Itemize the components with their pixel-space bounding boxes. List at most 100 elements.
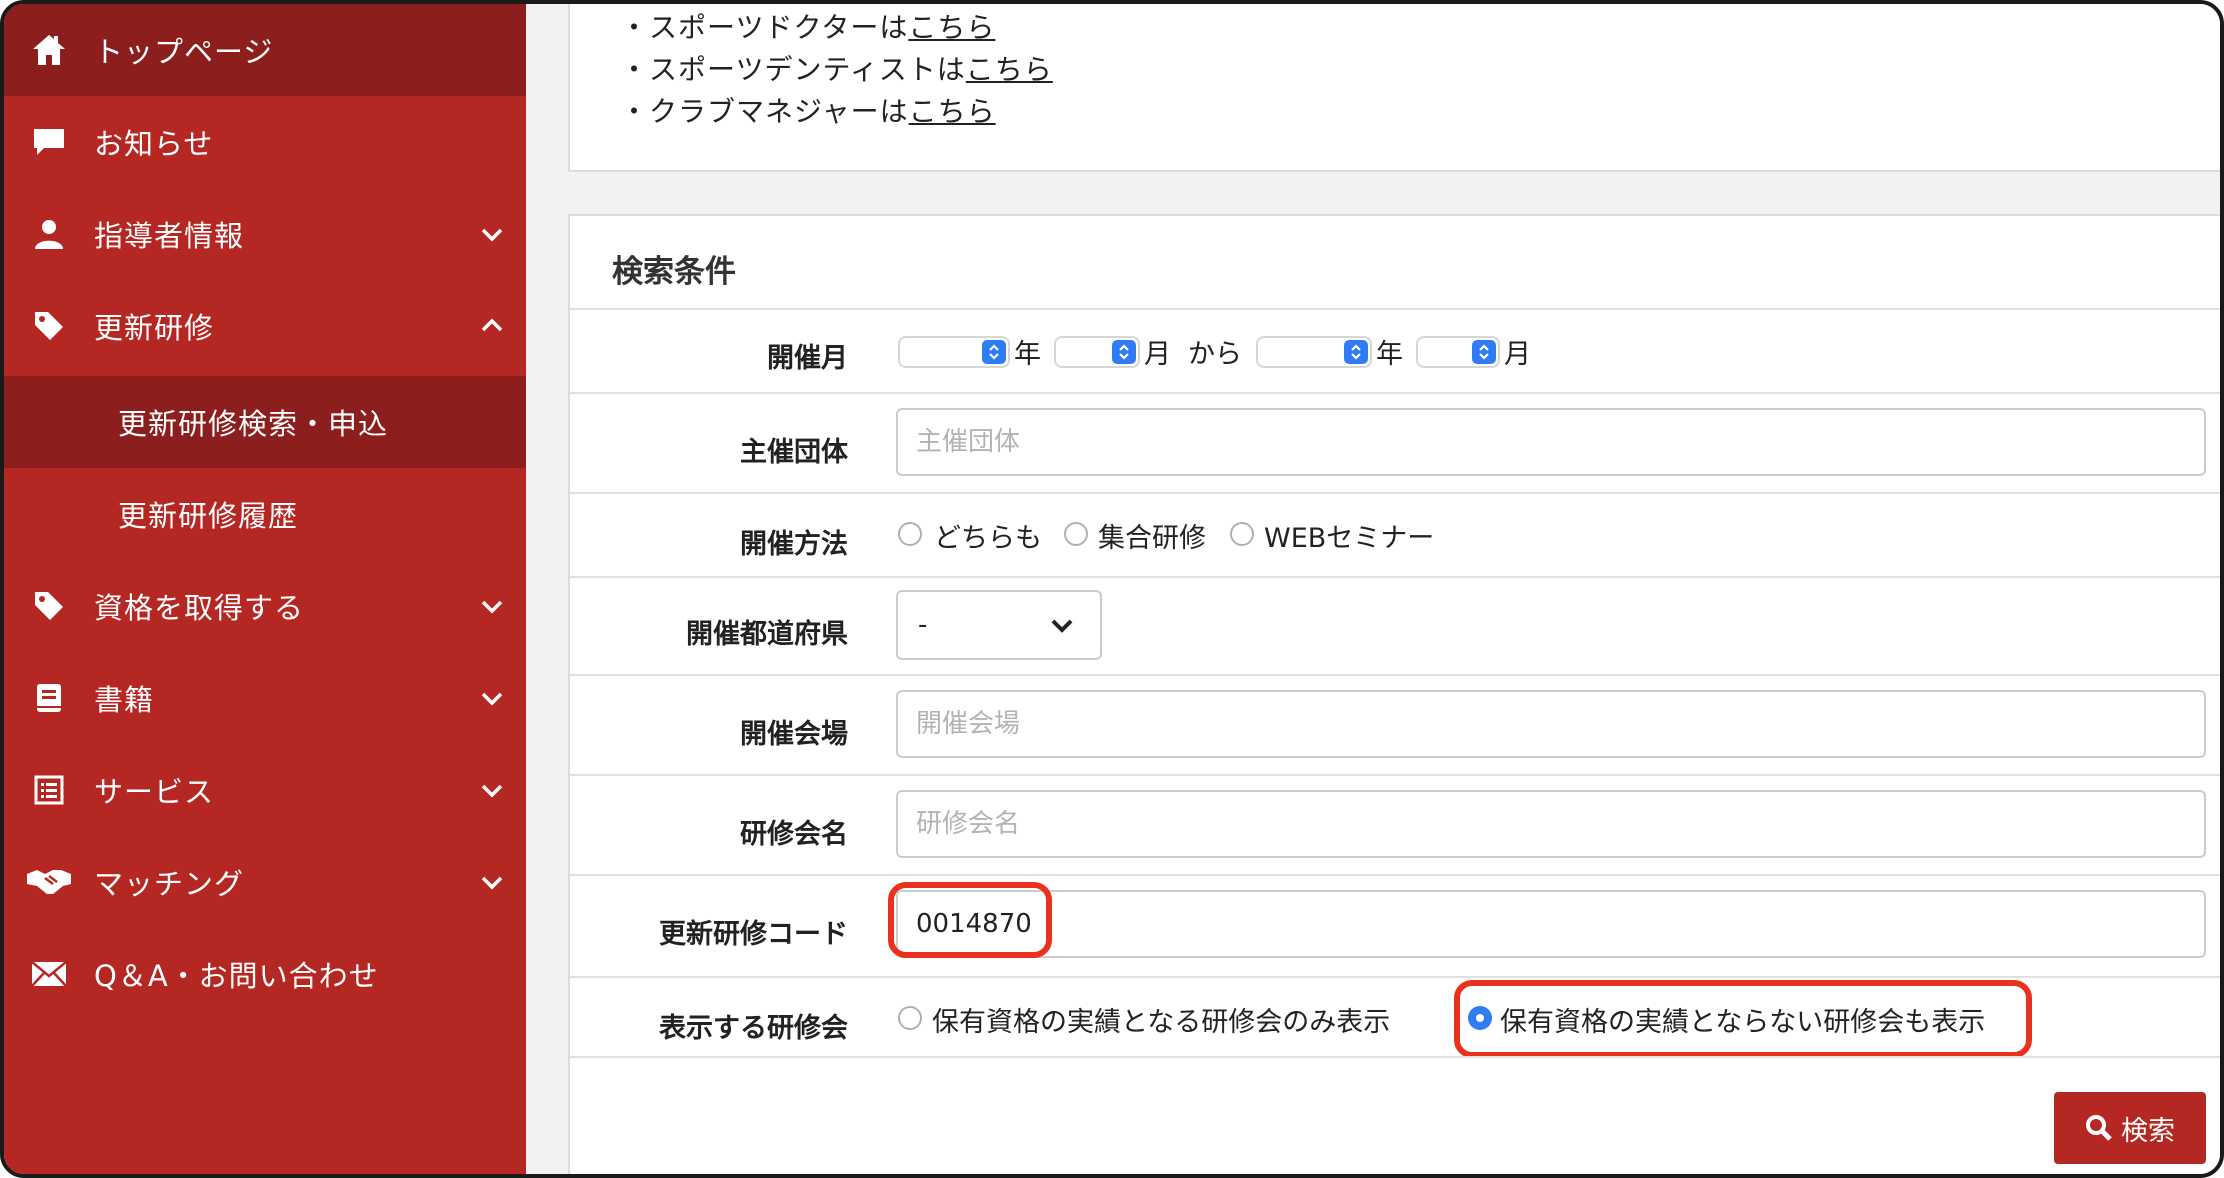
- end-year-select[interactable]: [1256, 336, 1372, 368]
- end-month-select[interactable]: [1416, 336, 1500, 368]
- divider: [570, 874, 2220, 876]
- training-code-input[interactable]: [896, 890, 2206, 958]
- month-label: 開催月: [767, 343, 848, 374]
- sidebar-item-news[interactable]: お知らせ: [4, 96, 526, 188]
- select-arrows-icon: [1344, 340, 1368, 364]
- select-arrows-icon: [1472, 340, 1496, 364]
- chevron-down-icon: [1051, 619, 1073, 633]
- month-unit: 月: [1504, 339, 1531, 370]
- year-unit: 年: [1376, 339, 1403, 370]
- divider: [570, 392, 2220, 394]
- search-panel: 検索条件 開催月 年 月 から 年 月 主催団体 主催団体 開催方法 どちらも …: [568, 214, 2220, 1174]
- method-radio-in-person[interactable]: [1064, 522, 1088, 546]
- sidebar-item-get-qualification[interactable]: 資格を取得する: [4, 560, 526, 652]
- sidebar-item-books[interactable]: 書籍: [4, 652, 526, 744]
- search-icon: [2086, 1115, 2112, 1141]
- sidebar: トップページ お知らせ 指導者情報 更新研修 更新研修検索・申込 更新研修履歴 …: [4, 4, 526, 1174]
- prefecture-label: 開催都道府県: [686, 619, 848, 650]
- link-line-sports-doctor: ・スポーツドクターはこちら: [620, 6, 995, 46]
- envelope-icon: [30, 955, 68, 993]
- tag-icon: [30, 307, 68, 345]
- month-unit: 月: [1144, 339, 1171, 370]
- divider: [570, 674, 2220, 676]
- link-prefix: ・スポーツドクターは: [620, 11, 909, 44]
- sidebar-subitem-training-search[interactable]: 更新研修検索・申込: [4, 376, 526, 468]
- search-title: 検索条件: [612, 254, 736, 290]
- search-button-label: 検索: [2121, 1115, 2175, 1147]
- sidebar-item-services[interactable]: サービス: [4, 744, 526, 836]
- club-manager-link[interactable]: こちら: [909, 95, 996, 128]
- sidebar-item-label: お知らせ: [94, 127, 214, 161]
- main-content: ・スポーツドクターはこちら ・スポーツデンティストはこちら ・クラブマネジャーは…: [526, 4, 2220, 1174]
- display-option-highlight-box: [1454, 980, 2032, 1058]
- link-line-sports-dentist: ・スポーツデンティストはこちら: [620, 48, 1053, 88]
- sidebar-item-label: 更新研修履歴: [118, 499, 299, 533]
- method-radio-either[interactable]: [898, 522, 922, 546]
- from-text: から: [1188, 339, 1242, 370]
- sidebar-item-renewal-training[interactable]: 更新研修: [4, 280, 526, 372]
- year-unit: 年: [1014, 339, 1041, 370]
- handshake-icon: [24, 863, 74, 901]
- user-icon: [30, 215, 68, 253]
- chevron-down-icon: [481, 600, 503, 614]
- sidebar-item-label: サービス: [94, 775, 215, 809]
- home-icon: [30, 31, 68, 69]
- search-button[interactable]: 検索: [2054, 1092, 2206, 1164]
- chevron-down-icon: [481, 784, 503, 798]
- tag-icon: [30, 587, 68, 625]
- sidebar-item-matching[interactable]: マッチング: [4, 836, 526, 928]
- select-arrows-icon: [982, 340, 1006, 364]
- sidebar-item-instructor-info[interactable]: 指導者情報: [4, 188, 526, 280]
- divider: [570, 976, 2220, 978]
- display-radio-only-qualified[interactable]: [898, 1006, 922, 1030]
- sidebar-item-label: 更新研修: [94, 311, 215, 345]
- training-name-input[interactable]: [896, 790, 2206, 858]
- select-arrows-icon: [1112, 340, 1136, 364]
- divider: [570, 576, 2220, 578]
- method-option-label: 集合研修: [1098, 523, 1206, 554]
- sidebar-subitem-training-history[interactable]: 更新研修履歴: [4, 468, 526, 560]
- chevron-down-icon: [481, 876, 503, 890]
- link-prefix: ・クラブマネジャーは: [620, 95, 909, 128]
- venue-input[interactable]: [896, 690, 2206, 758]
- sidebar-item-label: トップページ: [94, 35, 274, 69]
- start-year-select[interactable]: [898, 336, 1010, 368]
- code-highlight-box: [888, 882, 1052, 958]
- sidebar-item-label: 指導者情報: [94, 219, 245, 253]
- organizer-input[interactable]: [896, 408, 2206, 476]
- sidebar-item-qa-contact[interactable]: Q＆A・お問い合わせ: [4, 928, 526, 1020]
- sidebar-item-label: 書籍: [94, 683, 155, 717]
- sports-dentist-link[interactable]: こちら: [966, 53, 1053, 86]
- link-prefix: ・スポーツデンティストは: [620, 53, 966, 86]
- sports-doctor-link[interactable]: こちら: [908, 11, 995, 44]
- links-panel: ・スポーツドクターはこちら ・スポーツデンティストはこちら ・クラブマネジャーは…: [568, 4, 2220, 172]
- divider: [570, 1056, 2220, 1058]
- list-icon: [30, 771, 68, 809]
- training-code-label: 更新研修コード: [659, 919, 848, 950]
- organizer-label: 主催団体: [740, 437, 848, 468]
- start-month-select[interactable]: [1054, 336, 1140, 368]
- chevron-up-icon: [481, 318, 503, 332]
- display-option-label: 保有資格の実績となる研修会のみ表示: [932, 1007, 1391, 1038]
- link-line-club-manager: ・クラブマネジャーはこちら: [620, 90, 996, 130]
- display-label: 表示する研修会: [659, 1013, 848, 1044]
- chevron-down-icon: [481, 692, 503, 706]
- chat-bubble-icon: [30, 123, 68, 161]
- method-option-label: どちらも: [934, 523, 1042, 554]
- divider: [570, 308, 2220, 310]
- sidebar-item-label: マッチング: [94, 867, 245, 901]
- sidebar-item-label: 更新研修検索・申込: [118, 407, 389, 441]
- method-radio-web-seminar[interactable]: [1230, 522, 1254, 546]
- sidebar-item-label: 資格を取得する: [94, 591, 305, 625]
- sidebar-item-label: Q＆A・お問い合わせ: [94, 959, 379, 993]
- divider: [570, 492, 2220, 494]
- venue-label: 開催会場: [740, 719, 848, 750]
- prefecture-select[interactable]: -: [896, 590, 1102, 660]
- book-icon: [30, 679, 68, 717]
- divider: [570, 774, 2220, 776]
- prefecture-value: -: [918, 610, 928, 640]
- method-option-label: WEBセミナー: [1264, 523, 1435, 554]
- method-label: 開催方法: [740, 529, 848, 560]
- sidebar-item-top-page[interactable]: トップページ: [4, 4, 526, 96]
- app-window: トップページ お知らせ 指導者情報 更新研修 更新研修検索・申込 更新研修履歴 …: [0, 0, 2224, 1178]
